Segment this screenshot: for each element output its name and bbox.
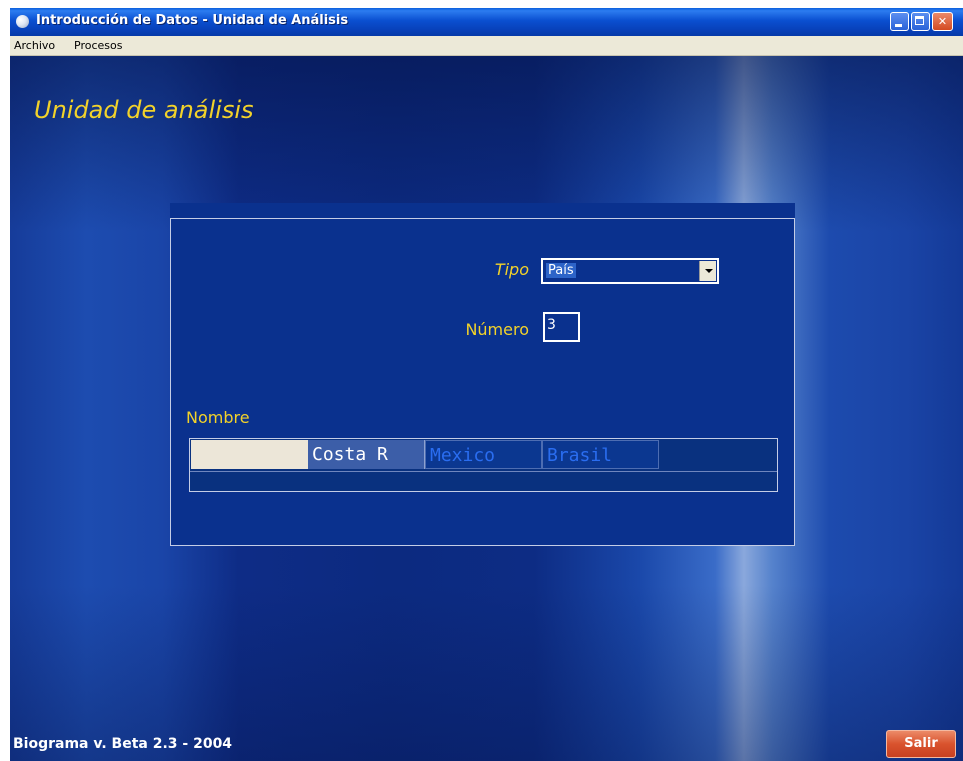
chevron-down-icon[interactable] (699, 261, 716, 281)
window-title: Introducción de Datos - Unidad de Anális… (36, 13, 349, 28)
exit-button[interactable]: Salir (886, 730, 956, 758)
version-label: Biograma v. Beta 2.3 - 2004 (13, 736, 233, 752)
maximize-icon (915, 16, 924, 25)
grid-cell[interactable]: Mexico (425, 440, 542, 469)
menu-procesos[interactable]: Procesos (74, 39, 122, 52)
nombre-label: Nombre (186, 408, 250, 427)
maximize-button[interactable] (911, 12, 930, 31)
close-icon: ✕ (937, 15, 948, 28)
nombre-grid: Costa R Mexico Brasil (189, 438, 778, 492)
menu-archivo[interactable]: Archivo (14, 39, 55, 52)
form-panel: Tipo País Número 3 Nombre Costa R Mexico… (170, 203, 795, 546)
tipo-label: Tipo (494, 260, 529, 279)
numero-input[interactable]: 3 (543, 312, 580, 342)
grid-cell[interactable]: Brasil (542, 440, 659, 469)
menu-bar: Archivo Procesos (10, 36, 963, 56)
grid-cell[interactable]: Costa R (308, 440, 425, 469)
minimize-icon (895, 24, 902, 27)
grid-cell[interactable] (191, 440, 308, 469)
application-window: Introducción de Datos - Unidad de Anális… (10, 8, 963, 761)
tipo-selected-value: País (546, 263, 576, 278)
grid-row-divider (190, 471, 777, 472)
client-area: Unidad de análisis Tipo País Número 3 No… (10, 56, 963, 761)
tipo-select[interactable]: País (541, 258, 719, 284)
title-bar[interactable]: Introducción de Datos - Unidad de Anális… (10, 8, 963, 36)
numero-label: Número (465, 320, 529, 339)
app-icon (16, 15, 29, 28)
minimize-button[interactable] (890, 12, 909, 31)
page-title: Unidad de análisis (34, 96, 254, 124)
close-button[interactable]: ✕ (932, 12, 953, 31)
